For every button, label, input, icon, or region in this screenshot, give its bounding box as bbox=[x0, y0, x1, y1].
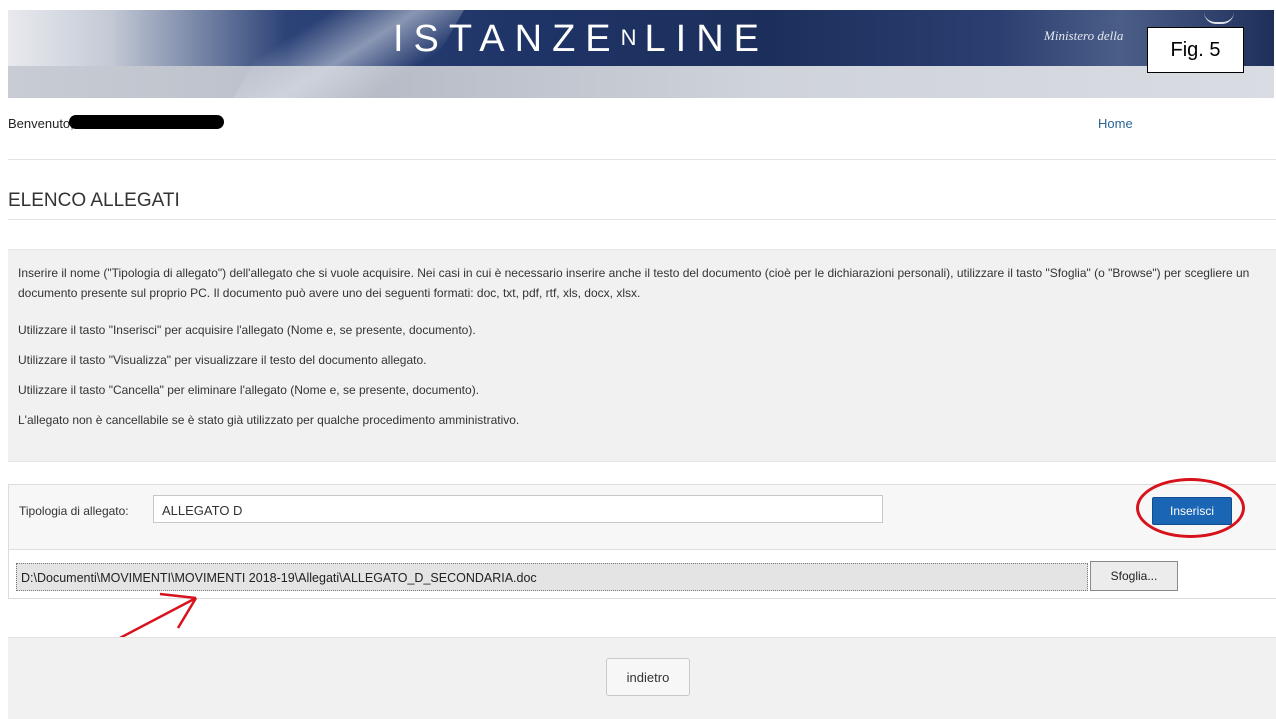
annotation-arrow-icon bbox=[39, 592, 198, 682]
back-button[interactable]: indietro bbox=[606, 658, 690, 696]
